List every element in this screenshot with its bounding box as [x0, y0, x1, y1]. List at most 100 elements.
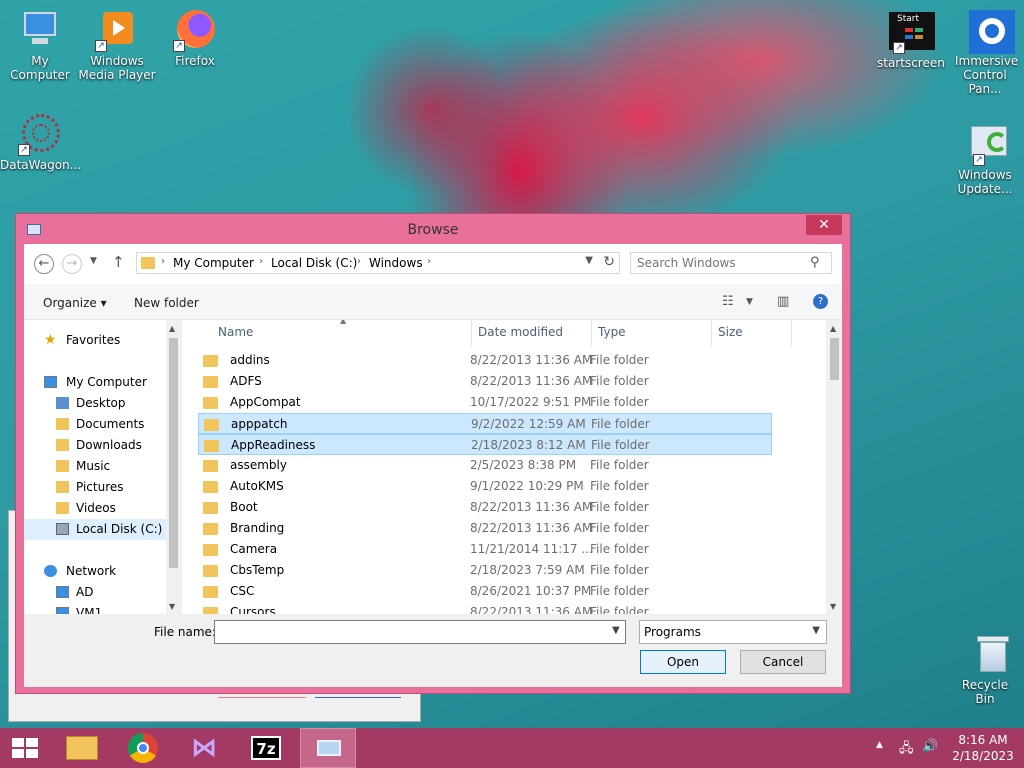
system-clock[interactable]: 8:16 AM 2/18/2023: [948, 732, 1018, 764]
scroll-up-icon[interactable]: ▲: [830, 324, 836, 333]
chevron-down-icon[interactable]: ▼: [746, 297, 753, 307]
taskbar-active-app[interactable]: [300, 728, 356, 768]
taskbar-chrome[interactable]: [114, 728, 170, 768]
file-row[interactable]: assembly 2/5/2023 8:38 PM File folder: [198, 455, 772, 476]
scrollbar-thumb[interactable]: [169, 338, 178, 568]
recycle-bin-icon: [953, 632, 1009, 676]
desktop-icon-media-player[interactable]: ↗ Windows Media Player: [77, 8, 157, 82]
desktop-icon-immersive-control-panel[interactable]: Immersive Control Pan...: [935, 8, 1018, 96]
firefox-icon: ↗: [173, 8, 217, 52]
nav-item-vm1[interactable]: VM1: [24, 603, 166, 614]
nav-item-label: VM1: [76, 606, 103, 614]
shortcut-arrow-icon: ↗: [95, 40, 107, 52]
column-header-date[interactable]: Date modified: [472, 320, 592, 346]
search-input[interactable]: [630, 252, 832, 274]
file-row[interactable]: AppReadiness 2/18/2023 8:12 AM File folder: [198, 434, 772, 455]
nav-pane-scrollbar[interactable]: ▲ ▼: [166, 320, 181, 614]
start-button[interactable]: [0, 728, 56, 768]
folder-icon: [203, 607, 218, 614]
desktop-icon-recycle-bin[interactable]: Recycle Bin: [935, 632, 1015, 706]
nav-item-documents[interactable]: Documents: [24, 414, 166, 435]
chevron-down-icon[interactable]: ▼: [612, 625, 620, 636]
up-button[interactable]: ↑: [112, 253, 125, 271]
close-button[interactable]: ✕: [806, 215, 842, 235]
nav-item-downloads[interactable]: Downloads: [24, 435, 166, 456]
folder-icon: [203, 397, 218, 409]
taskbar-file-explorer[interactable]: [56, 728, 112, 768]
taskbar-visual-studio[interactable]: ⋈: [176, 728, 232, 768]
scroll-up-icon[interactable]: ▲: [169, 324, 175, 333]
nav-item-favorites[interactable]: ★ Favorites: [24, 330, 166, 351]
file-name-input[interactable]: [214, 620, 626, 644]
dialog-title: Browse: [407, 222, 459, 238]
view-options-icon[interactable]: ☷: [722, 294, 734, 309]
arrow-up-icon: ↑: [112, 253, 125, 271]
chevron-down-icon[interactable]: ▼: [585, 255, 593, 266]
column-header-size[interactable]: Size: [712, 320, 792, 346]
file-row[interactable]: apppatch 9/2/2022 12:59 AM File folder: [198, 413, 772, 434]
recent-locations-dropdown[interactable]: ▼: [90, 256, 97, 266]
column-header-type[interactable]: Type: [592, 320, 712, 346]
new-folder-button[interactable]: New folder: [134, 296, 199, 310]
file-row[interactable]: CbsTemp 2/18/2023 7:59 AM File folder: [198, 560, 772, 581]
dialog-titlebar[interactable]: Browse ✕: [16, 214, 850, 244]
chevron-right-icon[interactable]: ›: [259, 256, 263, 267]
nav-item-network[interactable]: Network: [24, 561, 166, 582]
background-window-button[interactable]: [218, 694, 306, 698]
nav-item-music[interactable]: Music: [24, 456, 166, 477]
back-button[interactable]: ←: [34, 254, 54, 274]
file-row[interactable]: CSC 8/26/2021 10:37 PM File folder: [198, 581, 772, 602]
chevron-right-icon[interactable]: ›: [357, 256, 361, 267]
windows-update-icon: ↗: [953, 122, 1007, 166]
file-row[interactable]: Branding 8/22/2013 11:36 AM File folder: [198, 518, 772, 539]
background-window-button[interactable]: [315, 694, 401, 698]
volume-icon[interactable]: 🔊: [922, 739, 938, 754]
forward-button[interactable]: →: [62, 254, 82, 274]
file-row[interactable]: Cursors 8/22/2013 11:36 AM File folder: [198, 602, 772, 614]
preview-pane-icon[interactable]: ▥: [777, 294, 789, 309]
desktop-icon-startscreen[interactable]: Start ↗ startscreen: [857, 10, 945, 70]
scroll-down-icon[interactable]: ▼: [830, 602, 836, 611]
scroll-down-icon[interactable]: ▼: [169, 602, 175, 611]
nav-item-videos[interactable]: Videos: [24, 498, 166, 519]
nav-item-pictures[interactable]: Pictures: [24, 477, 166, 498]
file-row[interactable]: ADFS 8/22/2013 11:36 AM File folder: [198, 371, 772, 392]
file-type-select[interactable]: Programs ▼: [639, 620, 827, 644]
open-button[interactable]: Open: [640, 650, 726, 674]
file-row[interactable]: Boot 8/22/2013 11:36 AM File folder: [198, 497, 772, 518]
file-list-scrollbar[interactable]: ▲ ▼: [826, 320, 842, 614]
star-icon: ★: [44, 332, 57, 348]
column-header-name[interactable]: Name: [212, 320, 472, 346]
file-row[interactable]: AutoKMS 9/1/2022 10:29 PM File folder: [198, 476, 772, 497]
show-hidden-icons[interactable]: ▲: [876, 740, 883, 750]
refresh-icon[interactable]: ↻: [603, 254, 615, 270]
breadcrumb-local-disk[interactable]: Local Disk (C:): [271, 256, 357, 270]
address-bar[interactable]: › My Computer › Local Disk (C:) › Window…: [136, 252, 620, 274]
visual-studio-icon: ⋈: [191, 733, 217, 763]
desktop-icon-windows-update[interactable]: ↗ Windows Update...: [935, 122, 1015, 196]
chevron-right-icon[interactable]: ›: [161, 256, 165, 267]
file-row[interactable]: AppCompat 10/17/2022 9:51 PM File folder: [198, 392, 772, 413]
nav-item-ad[interactable]: AD: [24, 582, 166, 603]
taskbar-7zip[interactable]: 7z: [238, 728, 294, 768]
chevron-right-icon[interactable]: ›: [427, 256, 431, 267]
dialog-footer: File name: ▼ Programs ▼ Open Cancel: [24, 614, 842, 687]
desktop-icon-my-computer[interactable]: My Computer: [0, 8, 80, 82]
desktop-icon-datawagon[interactable]: ↗ DataWagon...: [0, 112, 81, 172]
desktop-icon-firefox[interactable]: ↗ Firefox: [155, 8, 235, 68]
network-icon[interactable]: 🖧: [899, 739, 914, 761]
nav-item-label: Documents: [76, 417, 145, 431]
nav-item-desktop[interactable]: Desktop: [24, 393, 166, 414]
nav-item-local-disk[interactable]: Local Disk (C:): [24, 519, 166, 540]
organize-button[interactable]: Organize ▾: [43, 296, 107, 310]
scrollbar-thumb[interactable]: [830, 338, 839, 380]
file-row[interactable]: Camera 11/21/2014 11:17 ... File folder: [198, 539, 772, 560]
breadcrumb-my-computer[interactable]: My Computer: [173, 256, 254, 270]
nav-item-my-computer[interactable]: My Computer: [24, 372, 166, 393]
file-row[interactable]: addins 8/22/2013 11:36 AM File folder: [198, 350, 772, 371]
cancel-button[interactable]: Cancel: [740, 650, 826, 674]
breadcrumb-windows[interactable]: Windows: [369, 256, 423, 270]
help-icon[interactable]: ?: [813, 294, 828, 309]
documents-folder-icon: [56, 418, 69, 430]
search-icon[interactable]: ⚲: [810, 255, 820, 270]
